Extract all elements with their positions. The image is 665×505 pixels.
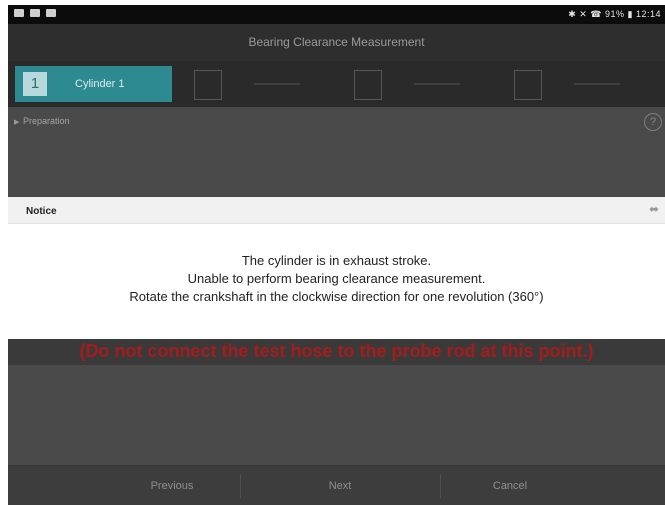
step-bar: 1 Cylinder 1 (8, 61, 665, 107)
status-right: ✱ ✕ ☎ 91% ▮ 12:14 (568, 9, 661, 19)
content-area (8, 365, 665, 465)
step-number: 1 (23, 72, 47, 96)
message-line: The cylinder is in exhaust stroke. (241, 253, 432, 268)
cancel-button[interactable]: Cancel (450, 466, 570, 505)
section-title: Preparation (23, 116, 70, 126)
step-3-label-placeholder (414, 83, 460, 85)
app-icon (46, 9, 56, 17)
step-3[interactable] (354, 66, 504, 102)
step-2-box (194, 70, 222, 100)
divider (240, 474, 241, 498)
dialog-message: The cylinder is in exhaust stroke. Unabl… (8, 252, 665, 306)
message-line: Rotate the crankshaft in the clockwise d… (129, 289, 544, 304)
step-2[interactable] (194, 66, 344, 102)
expand-triangle-icon[interactable]: ▶ (14, 118, 19, 126)
step-3-box (354, 70, 382, 100)
window-title: Bearing Clearance Measurement (8, 24, 665, 61)
device-screen: ✱ ✕ ☎ 91% ▮ 12:14 Bearing Clearance Meas… (8, 5, 665, 505)
step-4[interactable] (514, 66, 664, 102)
step-2-label-placeholder (254, 83, 300, 85)
status-bar: ✱ ✕ ☎ 91% ▮ 12:14 (8, 5, 665, 24)
gallery-icon (14, 9, 24, 17)
notice-dialog: Notice ⬌ The cylinder is in exhaust stro… (8, 197, 665, 339)
previous-button[interactable]: Previous (112, 466, 232, 505)
message-line: Unable to perform bearing clearance meas… (187, 271, 486, 286)
dialog-title: Notice (26, 206, 57, 217)
step-label: Cylinder 1 (75, 78, 125, 90)
step-cylinder-1[interactable]: 1 Cylinder 1 (15, 66, 172, 102)
pin-icon[interactable]: ⬌ (649, 202, 659, 216)
preparation-section: ▶ Preparation ? (8, 107, 665, 197)
dialog-header: Notice ⬌ (8, 197, 665, 224)
step-4-label-placeholder (574, 83, 620, 85)
status-icons (14, 9, 56, 17)
warning-text: (Do not connect the test hose to the pro… (79, 341, 594, 361)
divider (440, 474, 441, 498)
sync-icon (30, 9, 40, 17)
next-button[interactable]: Next (280, 466, 400, 505)
footer-bar: Previous Next Cancel (8, 465, 665, 505)
step-4-box (514, 70, 542, 100)
help-icon[interactable]: ? (644, 113, 662, 131)
